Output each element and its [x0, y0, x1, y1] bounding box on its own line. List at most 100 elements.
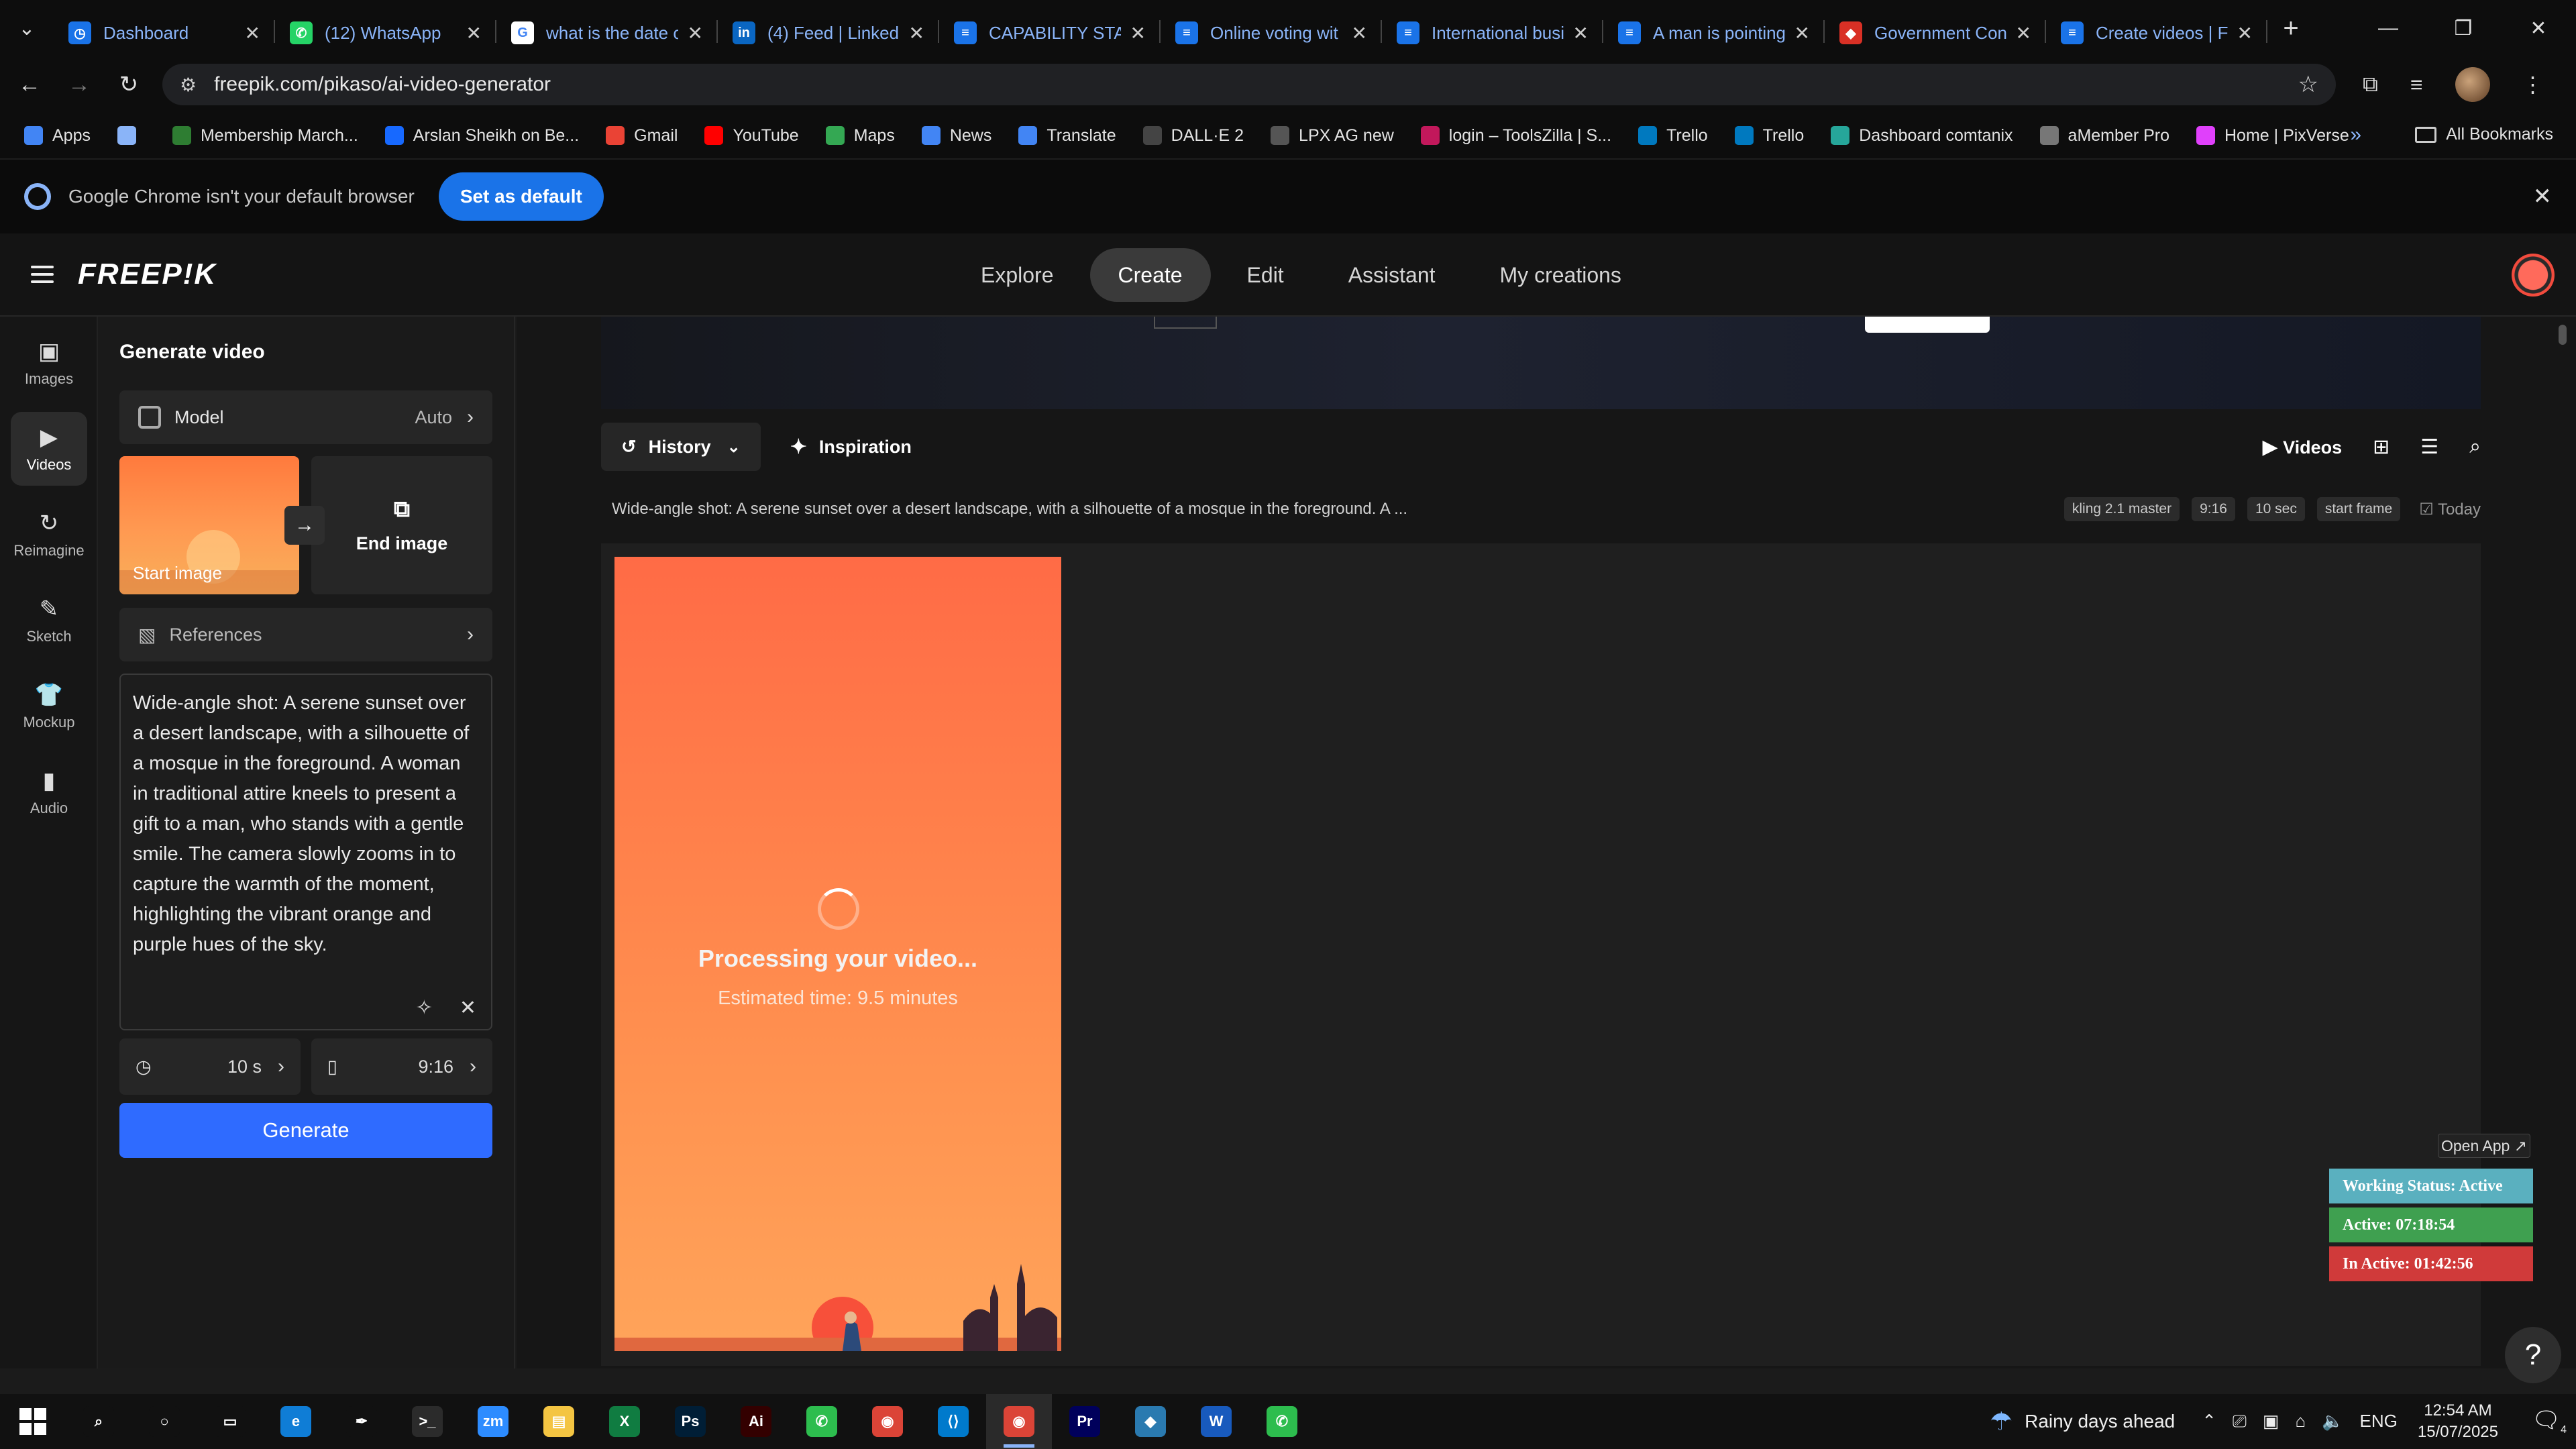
- rail-item-mockup[interactable]: 👕 Mockup: [11, 669, 87, 743]
- clock[interactable]: 12:54 AM 15/07/2025: [2418, 1400, 2498, 1443]
- tab-close-icon[interactable]: ✕: [1352, 22, 1367, 44]
- notification-center-icon[interactable]: 🗨4: [2522, 1407, 2576, 1436]
- bookmark-item[interactable]: Home | PixVerse: [2196, 126, 2349, 146]
- aspect-ratio-selector[interactable]: ▯ 9:16 ›: [311, 1038, 492, 1095]
- tab-close-icon[interactable]: ✕: [1130, 22, 1146, 44]
- set-default-button[interactable]: Set as default: [438, 172, 604, 221]
- prompt-text[interactable]: Wide-angle shot: A serene sunset over a …: [121, 675, 491, 960]
- taskbar-app-terminal[interactable]: >_: [394, 1394, 460, 1449]
- close-infobar-icon[interactable]: ✕: [2533, 183, 2553, 210]
- forward-icon[interactable]: →: [59, 64, 99, 105]
- minimize-icon[interactable]: —: [2351, 0, 2426, 56]
- restore-icon[interactable]: ❐: [2426, 0, 2501, 56]
- tab-close-icon[interactable]: ✕: [2237, 22, 2253, 44]
- search-icon[interactable]: ⌕: [2469, 435, 2481, 458]
- generate-button[interactable]: Generate: [119, 1103, 492, 1158]
- browser-tab[interactable]: ≡ International busi ✕: [1382, 9, 1603, 56]
- bookmark-item[interactable]: Membership March...: [172, 126, 358, 146]
- new-tab-button[interactable]: +: [2267, 13, 2314, 44]
- url-text[interactable]: freepik.com/pikaso/ai-video-generator: [214, 73, 2298, 96]
- bookmark-item[interactable]: Dashboard comtanix: [1831, 126, 2013, 146]
- browser-tab[interactable]: ◷ Dashboard ✕: [54, 9, 275, 56]
- meet-icon[interactable]: ⎚: [2233, 1411, 2247, 1432]
- videos-filter[interactable]: ▶ Videos: [2263, 435, 2343, 459]
- taskbar-app-premiere[interactable]: Pr: [1052, 1394, 1118, 1449]
- taskbar-app-excel[interactable]: X: [592, 1394, 657, 1449]
- scrollbar-thumb[interactable]: [2559, 325, 2567, 345]
- bookmark-item[interactable]: News: [921, 126, 991, 146]
- tab-close-icon[interactable]: ✕: [1794, 22, 1810, 44]
- taskbar-app-zoom[interactable]: zm: [460, 1394, 526, 1449]
- reading-list-icon[interactable]: ≡: [2410, 72, 2423, 97]
- bookmark-item[interactable]: Trello: [1638, 126, 1708, 146]
- duration-selector[interactable]: ◷ 10 s ›: [119, 1038, 301, 1095]
- magic-wand-icon[interactable]: ✧: [416, 996, 433, 1020]
- bookmark-item[interactable]: Gmail: [606, 126, 678, 146]
- bookmark-star-icon[interactable]: ☆: [2298, 71, 2318, 98]
- bookmark-item[interactable]: LPX AG new: [1271, 126, 1394, 146]
- banner-outline-button[interactable]: [1154, 317, 1217, 329]
- history-dropdown[interactable]: ↺ History ⌄: [601, 423, 761, 471]
- nav-edit[interactable]: Edit: [1219, 248, 1312, 302]
- clear-prompt-icon[interactable]: ✕: [460, 996, 476, 1020]
- taskbar-app-task-view[interactable]: ▭: [197, 1394, 263, 1449]
- taskbar-app-chrome-active[interactable]: ◉: [986, 1394, 1052, 1449]
- generation-prompt[interactable]: Wide-angle shot: A serene sunset over a …: [612, 500, 1407, 519]
- taskbar-app-app[interactable]: ◆: [1118, 1394, 1183, 1449]
- more-bookmarks-icon[interactable]: »: [2350, 123, 2361, 146]
- hamburger-menu-icon[interactable]: [31, 261, 54, 288]
- filters-icon[interactable]: ☰: [2420, 435, 2438, 459]
- rail-item-audio[interactable]: ▮ Audio: [11, 755, 87, 829]
- bookmark-item[interactable]: Trello: [1734, 126, 1804, 146]
- tab-close-icon[interactable]: ✕: [2016, 22, 2031, 44]
- taskbar-app-search[interactable]: ⌕: [66, 1394, 131, 1449]
- bookmark-item[interactable]: Translate: [1018, 126, 1116, 146]
- rail-item-images[interactable]: ▣ Images: [11, 326, 87, 400]
- browser-tab[interactable]: Gwhat is the date o ✕: [496, 9, 718, 56]
- bookmark-item[interactable]: Apps: [24, 126, 91, 146]
- taskbar-app-chrome[interactable]: ◉: [855, 1394, 920, 1449]
- chevron-up-icon[interactable]: ⌃: [2202, 1411, 2216, 1432]
- site-info-icon[interactable]: ⚙: [180, 74, 197, 96]
- tab-close-icon[interactable]: ✕: [688, 22, 703, 44]
- reload-icon[interactable]: ↻: [109, 64, 149, 105]
- processing-video-card[interactable]: Processing your video... Estimated time:…: [614, 557, 1061, 1351]
- help-button[interactable]: ?: [2505, 1327, 2561, 1383]
- tab-close-icon[interactable]: ✕: [466, 22, 482, 44]
- screen-icon[interactable]: ▣: [2263, 1411, 2279, 1432]
- references-selector[interactable]: ▧ References ›: [119, 608, 492, 661]
- taskbar-app-pen[interactable]: ✒: [329, 1394, 394, 1449]
- chrome-menu-icon[interactable]: ⋮: [2522, 72, 2544, 97]
- browser-tab[interactable]: ✆ (12) WhatsApp ✕: [275, 9, 496, 56]
- browser-tab[interactable]: ≡ Create videos | Fre ✕: [2046, 9, 2267, 56]
- taskbar-app-word[interactable]: W: [1183, 1394, 1249, 1449]
- banner-button[interactable]: [1865, 317, 1990, 333]
- taskbar-app-green-app-2[interactable]: ✆: [1249, 1394, 1315, 1449]
- browser-tab[interactable]: in (4) Feed | LinkedIn ✕: [718, 9, 939, 56]
- grid-view-icon[interactable]: ⊞: [2373, 435, 2390, 459]
- bookmark-item[interactable]: Arslan Sheikh on Be...: [384, 126, 579, 146]
- browser-tab[interactable]: ≡ Online voting wit ✕: [1161, 9, 1382, 56]
- inspiration-tab[interactable]: ✦ Inspiration: [790, 435, 912, 459]
- tab-close-icon[interactable]: ✕: [1573, 22, 1589, 44]
- nav-create[interactable]: Create: [1089, 248, 1211, 302]
- rail-item-reimagine[interactable]: ↻ Reimagine: [11, 498, 87, 572]
- start-image-slot[interactable]: Start image: [119, 456, 299, 594]
- taskbar-app-green-app[interactable]: ✆: [789, 1394, 855, 1449]
- volume-icon[interactable]: 🔈: [2322, 1411, 2343, 1432]
- browser-tab[interactable]: ≡ A man is pointing ✕: [1603, 9, 1825, 56]
- windows-start-icon[interactable]: [0, 1394, 66, 1449]
- taskbar-app-file-explorer[interactable]: ▤: [526, 1394, 592, 1449]
- taskbar-app-edge[interactable]: e: [263, 1394, 329, 1449]
- taskbar-app-vs-code[interactable]: ⟨⟩: [920, 1394, 986, 1449]
- taskbar-app-photoshop[interactable]: Ps: [657, 1394, 723, 1449]
- omnibox[interactable]: ⚙ freepik.com/pikaso/ai-video-generator …: [162, 64, 2336, 105]
- bookmark-item[interactable]: YouTube: [704, 126, 799, 146]
- all-bookmarks[interactable]: All Bookmarks: [2415, 125, 2553, 144]
- nav-my-creations[interactable]: My creations: [1472, 248, 1650, 302]
- taskbar-app-cortana[interactable]: ○: [131, 1394, 197, 1449]
- back-icon[interactable]: ←: [9, 64, 50, 105]
- swap-arrow-icon[interactable]: →: [284, 506, 325, 545]
- extensions-icon[interactable]: ⧉: [2363, 72, 2378, 97]
- bookmark-item[interactable]: [117, 126, 146, 146]
